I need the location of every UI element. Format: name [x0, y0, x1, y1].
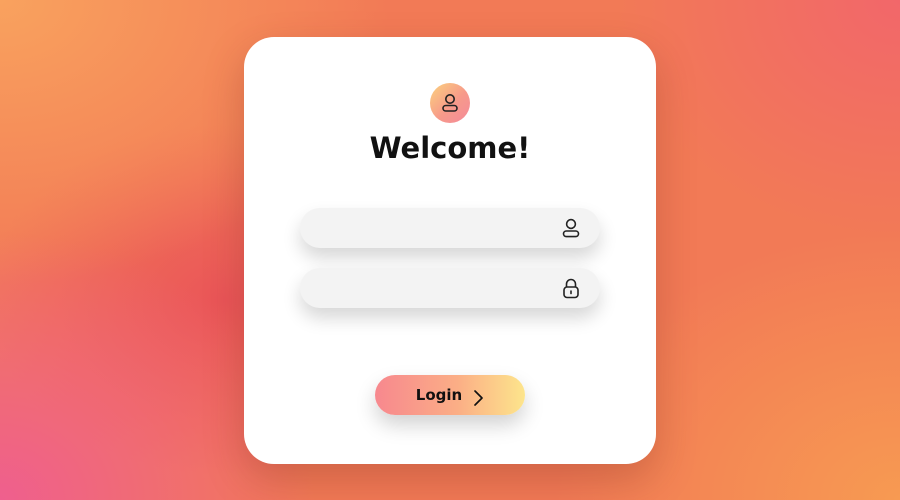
login-card: Welcome! Login — [244, 37, 656, 464]
username-input[interactable] — [318, 208, 552, 250]
password-input[interactable] — [318, 268, 552, 310]
avatar — [430, 83, 470, 123]
login-button-label: Login — [415, 386, 463, 404]
user-icon — [562, 218, 580, 238]
page-title: Welcome! — [369, 131, 531, 165]
username-field[interactable] — [300, 208, 600, 250]
chevron-right-icon — [474, 390, 484, 406]
user-icon — [442, 94, 458, 112]
lock-icon — [563, 278, 579, 299]
password-field[interactable] — [300, 268, 600, 310]
login-button[interactable]: Login — [375, 375, 525, 415]
